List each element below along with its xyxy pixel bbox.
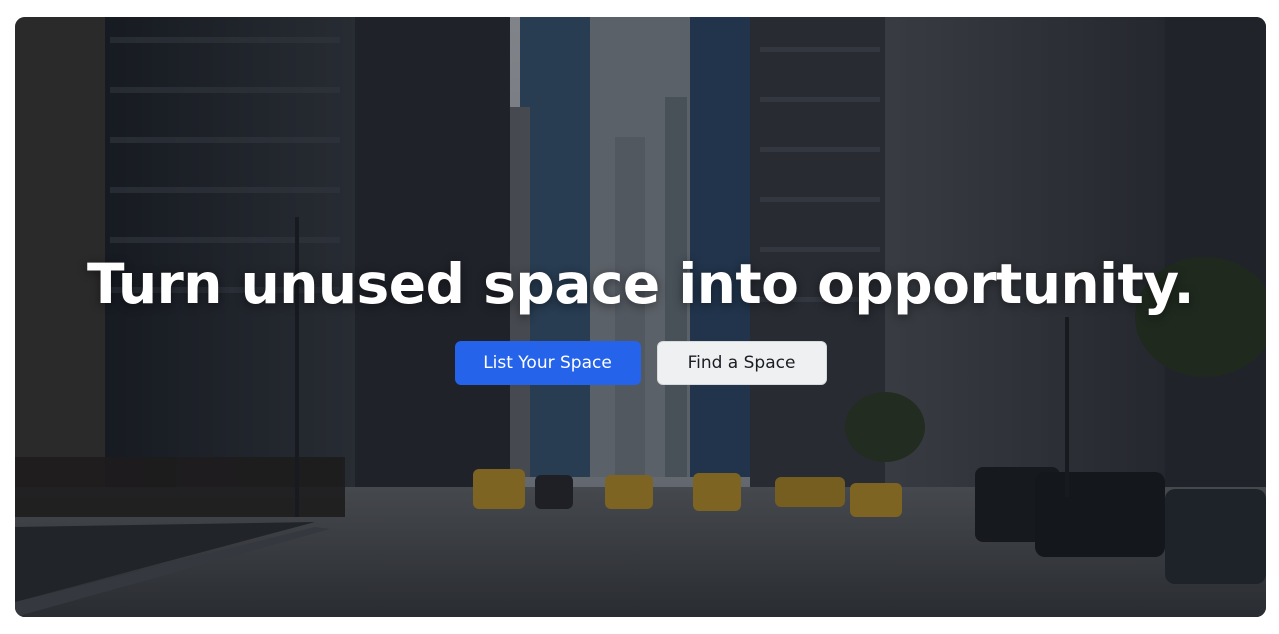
find-a-space-button[interactable]: Find a Space — [656, 341, 827, 385]
hero-headline: Turn unused space into opportunity. — [87, 252, 1194, 316]
hero-content: Turn unused space into opportunity. List… — [15, 249, 1266, 385]
hero-actions: List Your Space Find a Space — [15, 341, 1266, 385]
list-your-space-button[interactable]: List Your Space — [454, 341, 641, 385]
hero-section: Turn unused space into opportunity. List… — [15, 17, 1266, 617]
